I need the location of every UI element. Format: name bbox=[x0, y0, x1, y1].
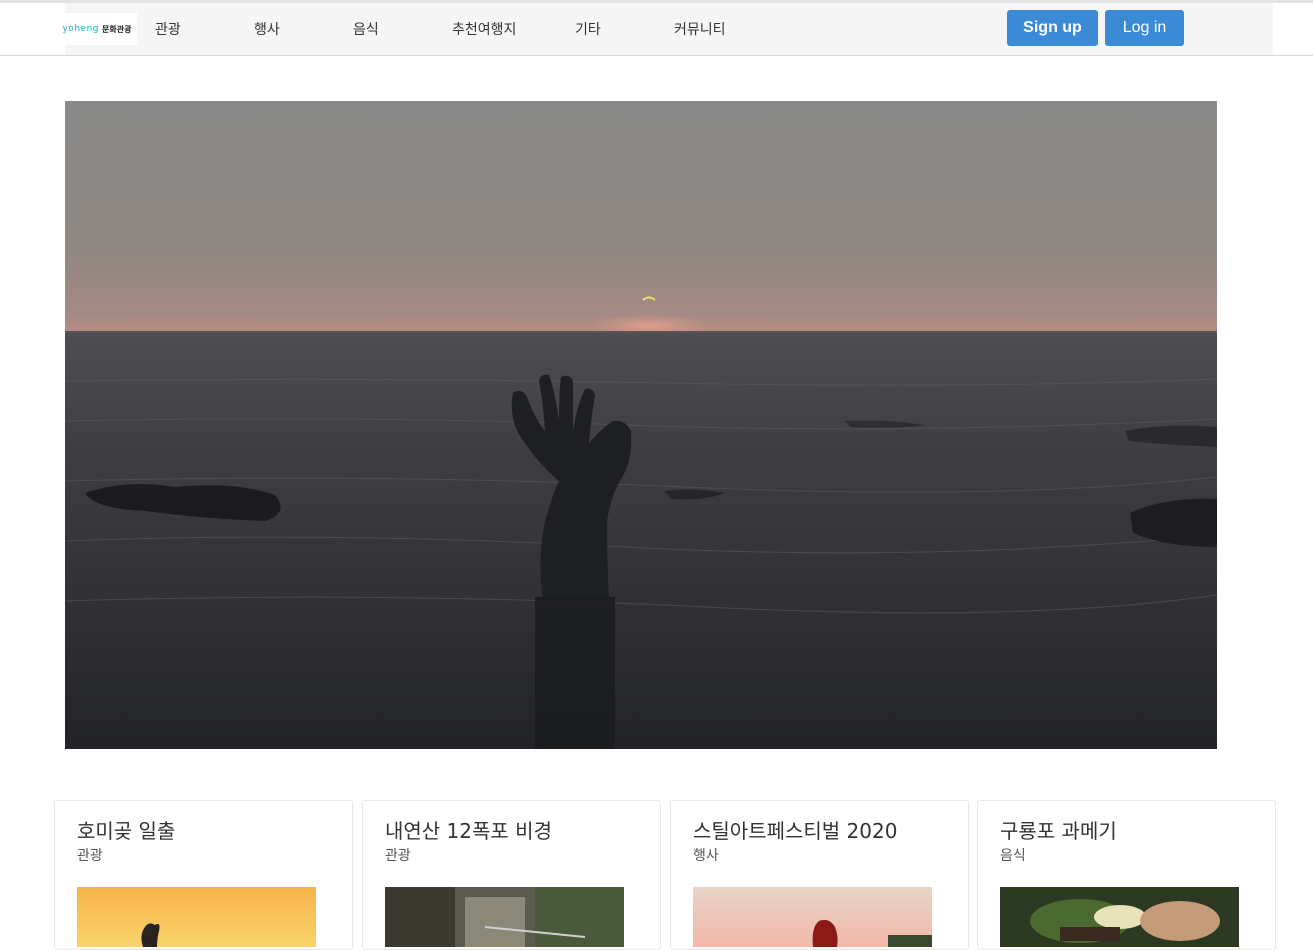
nav-item-community[interactable]: 커뮤니티 bbox=[674, 19, 726, 39]
card-category: 음식 bbox=[1000, 848, 1026, 864]
card-category: 관광 bbox=[385, 848, 411, 864]
card-category: 행사 bbox=[693, 848, 719, 864]
card-title: 구룡포 과메기 bbox=[1000, 819, 1117, 843]
nav-item-recommended[interactable]: 추천여행지 bbox=[452, 19, 516, 39]
signup-button[interactable]: Sign up bbox=[1007, 10, 1098, 46]
card-image bbox=[1000, 887, 1239, 947]
nav-item-food[interactable]: 음식 bbox=[353, 19, 379, 39]
card-naeyeonsan-falls[interactable]: 내연산 12폭포 비경 관광 bbox=[362, 800, 661, 950]
hero-image bbox=[65, 101, 1217, 749]
card-homigot-sunrise[interactable]: 호미곶 일출 관광 bbox=[54, 800, 353, 950]
nav-item-events[interactable]: 행사 bbox=[254, 19, 280, 39]
card-title: 호미곶 일출 bbox=[77, 819, 176, 843]
site-header: yoheng 문화관광 관광 행사 음식 추천여행지 기타 커뮤니티 Sign … bbox=[0, 3, 1313, 56]
logo-text: 문화관광 bbox=[102, 24, 132, 34]
card-image bbox=[77, 887, 316, 947]
card-steel-art-festival[interactable]: 스틸아트페스티벌 2020 행사 bbox=[670, 800, 969, 950]
login-button[interactable]: Log in bbox=[1105, 10, 1184, 46]
nav-item-tourism[interactable]: 관광 bbox=[155, 19, 181, 39]
nav-item-etc[interactable]: 기타 bbox=[575, 19, 601, 39]
card-category: 관광 bbox=[77, 848, 103, 864]
card-image bbox=[385, 887, 624, 947]
card-guryongpo-gwamegi[interactable]: 구룡포 과메기 음식 bbox=[977, 800, 1276, 950]
card-title: 내연산 12폭포 비경 bbox=[385, 819, 552, 843]
site-logo[interactable]: yoheng 문화관광 bbox=[57, 13, 137, 45]
card-title: 스틸아트페스티벌 2020 bbox=[693, 819, 898, 843]
card-image bbox=[693, 887, 932, 947]
logo-mark: yoheng bbox=[62, 24, 100, 34]
hero-sea-scene bbox=[65, 101, 1217, 749]
